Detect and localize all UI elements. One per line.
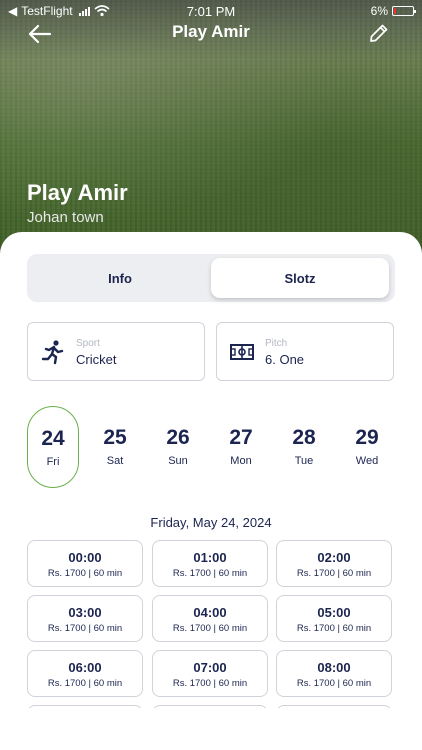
running-person-icon [41,340,64,365]
slot-price: Rs. 1700 | 60 min [296,678,372,689]
slot-price: Rs. 1700 | 60 min [296,568,372,579]
date-weekday: Sat [106,455,124,467]
slot-time: 03:00 [68,605,102,620]
tab-slotz[interactable]: Slotz [211,258,389,298]
slot-card[interactable]: 05:00 Rs. 1700 | 60 min [276,595,392,642]
slot-price: Rs. 1700 | 60 min [47,568,123,579]
slot-time: 05:00 [317,605,351,620]
slot-card-partial[interactable] [276,705,392,708]
slot-card[interactable]: 02:00 Rs. 1700 | 60 min [276,540,392,587]
date-picker: 24 Fri 25 Sat 26 Sun 27 Mon 28 Tue 29 We… [22,406,402,488]
slot-price: Rs. 1700 | 60 min [47,678,123,689]
date-weekday: Sun [168,455,188,467]
booking-sheet: Info Slotz Sport Cricket Pitch 6. One 24… [0,232,422,750]
date-number: 28 [292,426,316,449]
slot-time: 00:00 [68,550,102,565]
date-number: 29 [355,426,379,449]
date-item-25[interactable]: 25 Sat [89,406,141,488]
slot-price: Rs. 1700 | 60 min [296,623,372,634]
venue-name: Play Amir [27,180,128,205]
date-item-26[interactable]: 26 Sun [152,406,204,488]
battery-percent: 6% [370,4,388,18]
pitch-label: Pitch [265,338,288,349]
slot-card[interactable]: 06:00 Rs. 1700 | 60 min [27,650,143,697]
date-weekday: Tue [294,455,314,467]
slot-card[interactable]: 08:00 Rs. 1700 | 60 min [276,650,392,697]
tab-info[interactable]: Info [31,258,209,298]
slot-card[interactable]: 07:00 Rs. 1700 | 60 min [152,650,268,697]
date-weekday: Mon [230,455,252,467]
slot-card-partial[interactable] [27,705,143,708]
date-item-29[interactable]: 29 Wed [341,406,393,488]
slot-price: Rs. 1700 | 60 min [172,623,248,634]
slot-card-partial[interactable] [152,705,268,708]
page-title: Play Amir [172,22,250,41]
tab-bar: Info Slotz [27,254,395,302]
slot-time: 02:00 [317,550,351,565]
slot-time: 04:00 [193,605,227,620]
slot-time: 06:00 [68,660,102,675]
date-number: 26 [166,426,190,449]
slot-card[interactable]: 04:00 Rs. 1700 | 60 min [152,595,268,642]
date-number: 24 [41,427,65,450]
date-weekday: Wed [355,455,379,467]
date-item-24[interactable]: 24 Fri [27,406,79,488]
battery-icon [392,6,416,16]
pitch-value: 6. One [265,352,305,367]
slot-price: Rs. 1700 | 60 min [172,678,248,689]
slot-price: Rs. 1700 | 60 min [47,623,123,634]
date-item-27[interactable]: 27 Mon [215,406,267,488]
slot-grid: 00:00 Rs. 1700 | 60 min 01:00 Rs. 1700 |… [27,540,393,708]
nav-header: Play Amir [0,18,422,48]
date-item-28[interactable]: 28 Tue [278,406,330,488]
slot-time: 07:00 [193,660,227,675]
slot-time: 08:00 [317,660,351,675]
pitch-icon [230,344,254,360]
date-number: 27 [229,426,253,449]
slot-price: Rs. 1700 | 60 min [172,568,248,579]
pencil-icon [370,24,388,42]
venue-location: Johan town [27,209,104,226]
edit-button[interactable] [368,22,392,46]
date-weekday: Fri [46,456,60,468]
slot-card[interactable]: 00:00 Rs. 1700 | 60 min [27,540,143,587]
sport-selector[interactable]: Sport Cricket [27,322,205,381]
sport-label: Sport [76,338,100,349]
selected-date-heading: Friday, May 24, 2024 [150,515,272,530]
pitch-selector[interactable]: Pitch 6. One [216,322,394,381]
slot-time: 01:00 [193,550,227,565]
date-number: 25 [103,426,127,449]
status-time: 7:01 PM [186,4,236,19]
slot-card[interactable]: 01:00 Rs. 1700 | 60 min [152,540,268,587]
sport-value: Cricket [76,352,117,367]
slot-card[interactable]: 03:00 Rs. 1700 | 60 min [27,595,143,642]
